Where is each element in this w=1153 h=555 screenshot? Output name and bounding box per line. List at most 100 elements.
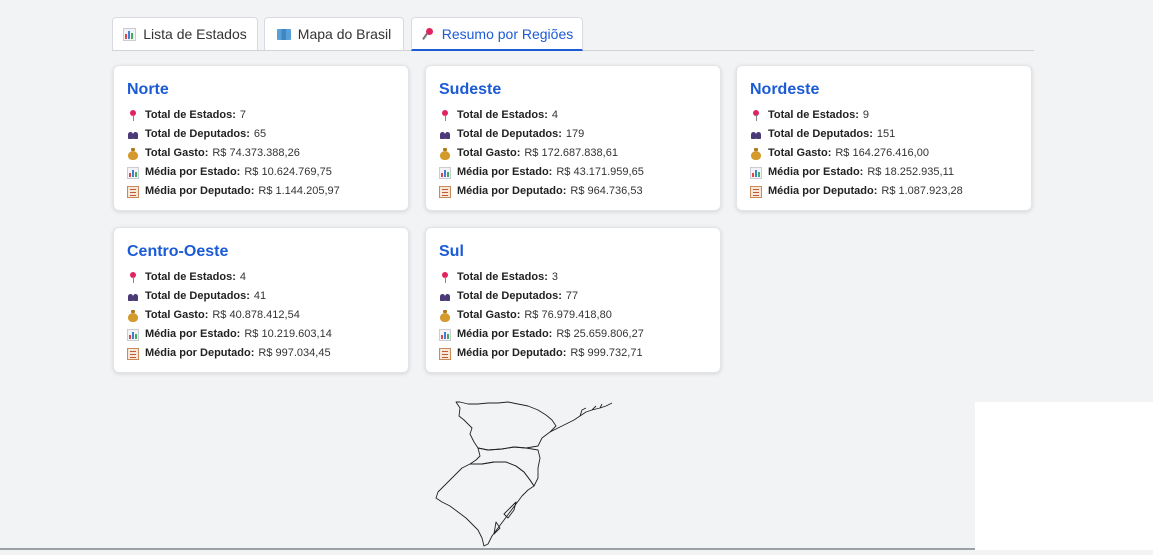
region-title: Sudeste <box>439 81 502 98</box>
tab-lista-de-estados[interactable]: Lista de Estados <box>112 17 258 50</box>
tab-label: Mapa do Brasil <box>297 26 392 42</box>
media-estado-value: R$ 10.219.603,14 <box>244 328 332 340</box>
media-estado-row: Média por Estado: R$ 10.624.769,75 <box>127 163 396 182</box>
total-deputados-label: Total de Deputados: <box>145 290 250 302</box>
money-bag-icon <box>127 147 139 160</box>
people-icon <box>127 291 139 303</box>
region-card-centro-oeste: Centro-Oeste Total de Estados: 4 Total d… <box>113 227 409 373</box>
total-gasto-value: R$ 172.687.838,61 <box>524 147 618 159</box>
region-title: Norte <box>127 81 169 98</box>
media-estado-label: Média por Estado: <box>145 166 241 178</box>
media-deputado-value: R$ 997.034,45 <box>258 347 331 359</box>
media-deputado-label: Média por Deputado: <box>145 185 255 197</box>
total-deputados-value: 65 <box>253 128 267 140</box>
media-estado-row: Média por Estado: R$ 25.659.806,27 <box>439 325 708 344</box>
bar-chart-icon <box>750 166 762 179</box>
bar-chart-icon <box>127 166 139 179</box>
media-estado-value: R$ 18.252.935,11 <box>867 166 954 178</box>
total-deputados-row: Total de Deputados: 179 <box>439 125 708 144</box>
map-icon <box>276 28 291 40</box>
total-estados-label: Total de Estados: <box>768 109 859 121</box>
tab-label: Resumo por Regiões <box>441 25 574 42</box>
south-region-map-svg <box>435 401 613 547</box>
ledger-icon <box>127 185 139 198</box>
total-gasto-row: Total Gasto: R$ 76.979.418,80 <box>439 306 708 325</box>
media-estado-value: R$ 25.659.806,27 <box>556 328 644 340</box>
total-estados-label: Total de Estados: <box>457 109 548 121</box>
tab-label: Lista de Estados <box>143 26 247 42</box>
total-gasto-label: Total Gasto: <box>768 147 832 159</box>
south-region-map <box>430 398 620 550</box>
total-estados-row: Total de Estados: 4 <box>127 268 396 287</box>
media-deputado-value: R$ 999.732,71 <box>570 347 643 359</box>
media-deputado-label: Média por Deputado: <box>457 185 567 197</box>
total-deputados-value: 77 <box>565 290 579 302</box>
round-pushpin-icon <box>750 109 762 122</box>
total-estados-value: 3 <box>551 271 558 283</box>
ledger-icon <box>750 185 762 198</box>
total-deputados-row: Total de Deputados: 77 <box>439 287 708 306</box>
region-title: Sul <box>439 243 464 260</box>
tab-mapa-do-brasil[interactable]: Mapa do Brasil <box>264 17 404 50</box>
total-gasto-row: Total Gasto: R$ 40.878.412,54 <box>127 306 396 325</box>
media-deputado-row: Média por Deputado: R$ 1.087.923,28 <box>750 182 1019 201</box>
round-pushpin-icon <box>127 109 139 122</box>
total-gasto-row: Total Gasto: R$ 164.276.416,00 <box>750 144 1019 163</box>
total-estados-row: Total de Estados: 4 <box>439 106 708 125</box>
people-icon <box>750 129 762 141</box>
total-estados-label: Total de Estados: <box>145 271 236 283</box>
media-deputado-value: R$ 964.736,53 <box>570 185 643 197</box>
round-pushpin-icon <box>127 271 139 284</box>
total-deputados-label: Total de Deputados: <box>457 290 562 302</box>
tab-resumo-por-regioes[interactable]: Resumo por Regiões <box>411 17 583 51</box>
media-estado-label: Média por Estado: <box>457 166 553 178</box>
media-estado-label: Média por Estado: <box>145 328 241 340</box>
total-gasto-value: R$ 74.373.388,26 <box>212 147 300 159</box>
total-estados-value: 4 <box>239 271 246 283</box>
media-deputado-label: Média por Deputado: <box>457 347 567 359</box>
total-deputados-row: Total de Deputados: 151 <box>750 125 1019 144</box>
total-gasto-value: R$ 40.878.412,54 <box>212 309 300 321</box>
total-estados-row: Total de Estados: 7 <box>127 106 396 125</box>
total-deputados-label: Total de Deputados: <box>145 128 250 140</box>
total-estados-label: Total de Estados: <box>457 271 548 283</box>
ledger-icon <box>127 347 139 360</box>
total-gasto-label: Total Gasto: <box>457 309 521 321</box>
blank-panel <box>975 402 1153 550</box>
map-state-parana <box>455 401 557 451</box>
total-estados-label: Total de Estados: <box>145 109 236 121</box>
region-card-sudeste: Sudeste Total de Estados: 4 Total de Dep… <box>425 65 721 211</box>
map-state-santa-catarina <box>469 446 541 487</box>
money-bag-icon <box>439 147 451 160</box>
region-card-norte: Norte Total de Estados: 7 Total de Deput… <box>113 65 409 211</box>
media-deputado-value: R$ 1.144.205,97 <box>258 185 340 197</box>
media-deputado-value: R$ 1.087.923,28 <box>881 185 963 197</box>
total-estados-value: 4 <box>551 109 558 121</box>
media-estado-row: Média por Estado: R$ 43.171.959,65 <box>439 163 708 182</box>
total-estados-value: 9 <box>862 109 869 121</box>
money-bag-icon <box>439 309 451 322</box>
bar-chart-icon <box>123 27 137 41</box>
region-card-nordeste: Nordeste Total de Estados: 9 Total de De… <box>736 65 1032 211</box>
total-deputados-value: 41 <box>253 290 267 302</box>
media-deputado-row: Média por Deputado: R$ 997.034,45 <box>127 344 396 363</box>
media-estado-value: R$ 43.171.959,65 <box>556 166 644 178</box>
media-deputado-row: Média por Deputado: R$ 964.736,53 <box>439 182 708 201</box>
total-deputados-value: 179 <box>565 128 585 140</box>
money-bag-icon <box>750 147 762 160</box>
total-gasto-value: R$ 164.276.416,00 <box>835 147 929 159</box>
round-pushpin-icon <box>439 271 451 284</box>
total-estados-row: Total de Estados: 3 <box>439 268 708 287</box>
total-gasto-label: Total Gasto: <box>145 309 209 321</box>
pushpin-icon <box>421 27 435 41</box>
total-estados-row: Total de Estados: 9 <box>750 106 1019 125</box>
total-gasto-row: Total Gasto: R$ 74.373.388,26 <box>127 144 396 163</box>
region-title: Nordeste <box>750 81 820 98</box>
region-title: Centro-Oeste <box>127 243 229 260</box>
people-icon <box>127 129 139 141</box>
people-icon <box>439 291 451 303</box>
total-deputados-row: Total de Deputados: 41 <box>127 287 396 306</box>
tab-bar: Lista de Estados Mapa do Brasil Resumo p… <box>112 17 1034 51</box>
money-bag-icon <box>127 309 139 322</box>
media-estado-label: Média por Estado: <box>457 328 553 340</box>
